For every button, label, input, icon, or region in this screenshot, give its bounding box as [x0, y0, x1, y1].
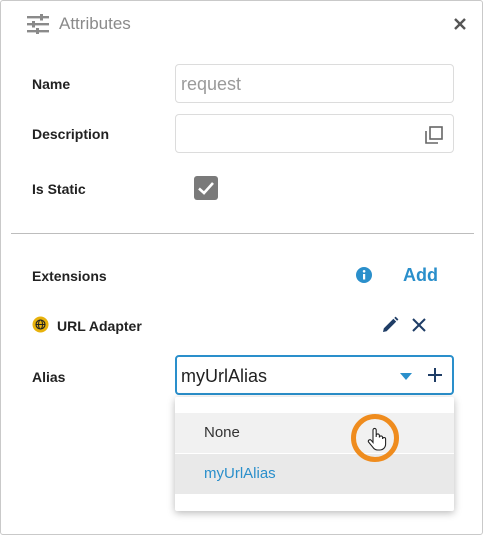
- name-label: Name: [32, 76, 71, 92]
- alias-option-label: None: [204, 424, 240, 441]
- checkmark-icon: [198, 182, 214, 195]
- is-static-label: Is Static: [32, 181, 86, 197]
- add-alias-icon[interactable]: [427, 367, 443, 383]
- panel-title: Attributes: [59, 14, 131, 33]
- name-value: request: [181, 74, 242, 94]
- add-extension-button[interactable]: Add: [403, 265, 438, 286]
- hand-pointer-icon: [367, 427, 387, 451]
- alias-select[interactable]: myUrlAlias: [175, 355, 454, 395]
- alias-option-label: myUrlAlias: [204, 465, 276, 482]
- is-static-checkbox[interactable]: [194, 176, 218, 200]
- close-icon[interactable]: [450, 14, 470, 34]
- alias-label: Alias: [32, 369, 66, 385]
- remove-extension-icon[interactable]: [411, 317, 427, 333]
- section-divider: [11, 233, 474, 234]
- globe-icon: [32, 316, 49, 333]
- description-field[interactable]: [175, 114, 454, 153]
- alias-option-myurlalias[interactable]: myUrlAlias: [175, 454, 454, 494]
- alias-dropdown-menu: None myUrlAlias: [175, 397, 454, 511]
- chevron-down-icon[interactable]: [400, 373, 412, 380]
- sliders-icon: [27, 14, 49, 34]
- alias-option-none[interactable]: None: [175, 413, 454, 453]
- name-field[interactable]: request: [175, 64, 454, 103]
- extensions-label: Extensions: [32, 268, 107, 284]
- alias-selected-value: myUrlAlias: [181, 366, 268, 386]
- copy-icon[interactable]: [425, 126, 443, 144]
- pencil-icon[interactable]: [381, 316, 399, 334]
- attributes-panel: Attributes Name request Description Is S…: [0, 0, 483, 535]
- url-adapter-label: URL Adapter: [57, 318, 142, 334]
- panel-header: Attributes: [27, 11, 131, 37]
- description-label: Description: [32, 126, 110, 142]
- info-icon[interactable]: [355, 266, 373, 284]
